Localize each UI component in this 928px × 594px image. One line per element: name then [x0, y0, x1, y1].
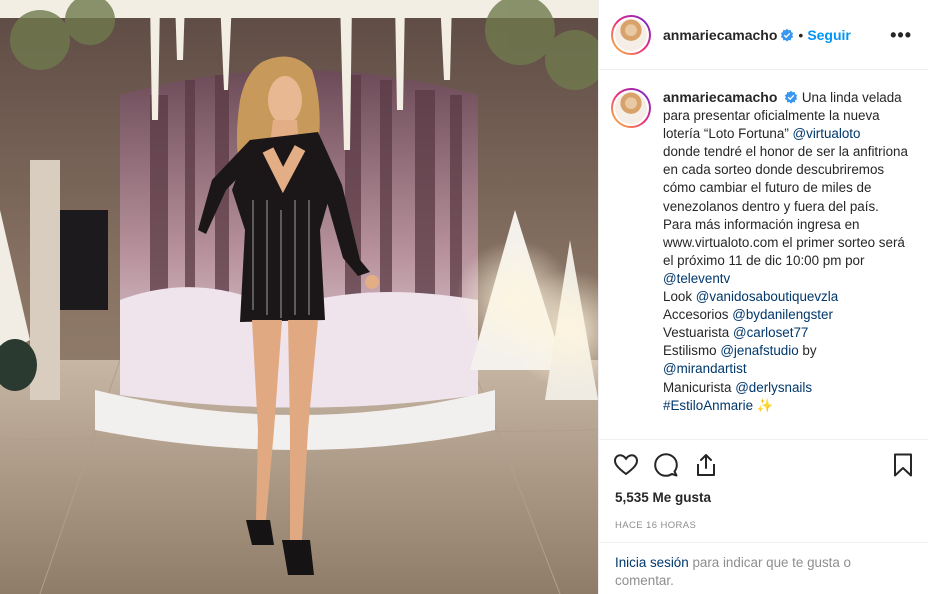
- post-photo-illustration: [0, 0, 598, 594]
- verified-badge-icon: [781, 28, 794, 42]
- header-username[interactable]: anmariecamacho: [663, 27, 777, 43]
- mention-link[interactable]: @derlysnails: [735, 380, 812, 395]
- mention-link[interactable]: @televentv: [663, 271, 730, 286]
- instagram-post: anmariecamacho • Seguir ••• anmariecamac…: [0, 0, 928, 594]
- likes-count[interactable]: 5,535 Me gusta: [599, 490, 928, 508]
- mention-link[interactable]: @bydanilengster: [732, 307, 833, 322]
- bookmark-icon[interactable]: [890, 452, 916, 478]
- credit-suffix: by: [802, 343, 817, 359]
- caption-avatar[interactable]: [611, 88, 651, 128]
- credit-label: Estilismo: [663, 343, 717, 359]
- header-separator: •: [798, 26, 804, 43]
- mention-link[interactable]: @jenafstudio: [720, 343, 798, 358]
- mention-link[interactable]: @carloset77: [733, 325, 808, 340]
- post-timestamp[interactable]: HACE 16 HORAS: [599, 508, 928, 542]
- caption-username[interactable]: anmariecamacho: [663, 89, 777, 105]
- follow-button[interactable]: Seguir: [807, 27, 851, 43]
- share-icon[interactable]: [693, 452, 719, 478]
- mention-link[interactable]: @mirandartist: [663, 361, 747, 376]
- credit-label: Vestuarista: [663, 325, 730, 341]
- login-link[interactable]: Inicia sesión: [615, 555, 689, 570]
- hashtag-link[interactable]: #EstiloAnmarie: [663, 398, 753, 413]
- credit-label: Manicurista: [663, 379, 732, 395]
- more-options-icon[interactable]: •••: [890, 26, 912, 44]
- mention-link[interactable]: @vanidosaboutiquevzla: [696, 289, 838, 304]
- caption-section: anmariecamacho Una linda velada para pre…: [599, 70, 928, 440]
- login-prompt: Inicia sesión para indicar que te gusta …: [599, 542, 928, 594]
- comment-icon[interactable]: [653, 452, 679, 478]
- caption-paragraph-3: Para más información ingresa en www.virt…: [663, 216, 905, 268]
- post-sidebar: anmariecamacho • Seguir ••• anmariecamac…: [598, 0, 928, 594]
- verified-badge-icon: [784, 90, 798, 104]
- caption-text: anmariecamacho Una linda velada para pre…: [663, 88, 908, 439]
- credit-label: Accesorios: [663, 307, 729, 323]
- post-header: anmariecamacho • Seguir •••: [599, 0, 928, 70]
- heart-icon[interactable]: [613, 452, 639, 478]
- sparkles-emoji: ✨: [756, 397, 774, 413]
- action-bar: [599, 440, 928, 490]
- profile-avatar[interactable]: [611, 14, 651, 55]
- credit-label: Look: [663, 289, 693, 305]
- mention-link[interactable]: @virtualoto: [793, 126, 861, 141]
- caption-paragraph-2: donde tendré el honor de ser la anfitrio…: [663, 144, 908, 214]
- post-photo[interactable]: [0, 0, 598, 594]
